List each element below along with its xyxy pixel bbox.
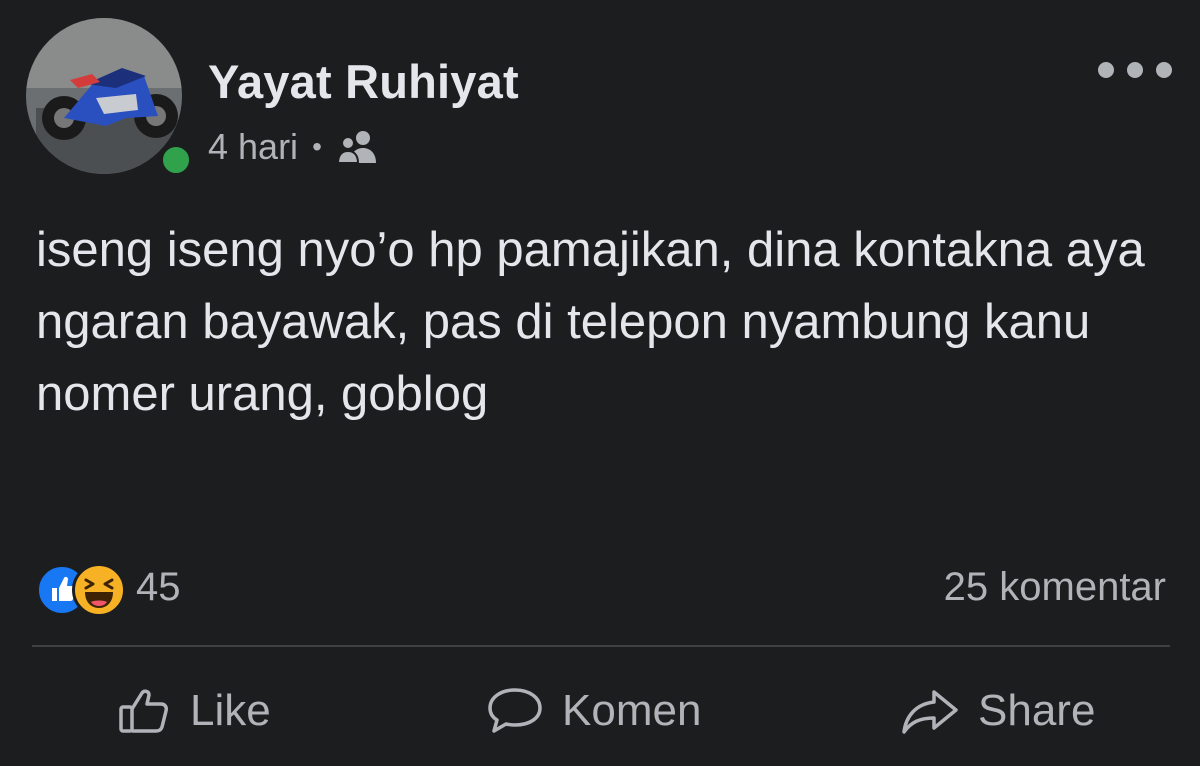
like-button[interactable]: Like [116, 676, 271, 746]
reaction-icons [36, 562, 128, 617]
comment-bubble-icon [488, 688, 542, 733]
more-options-icon[interactable] [1098, 52, 1172, 88]
online-status-dot [158, 142, 194, 178]
more-dot [1098, 62, 1114, 78]
post-time[interactable]: 4 hari [208, 126, 298, 168]
share-button[interactable]: Share [900, 676, 1095, 746]
meta-separator: • [312, 131, 322, 162]
author-name[interactable]: Yayat Ruhiyat [208, 54, 519, 109]
more-dot [1127, 62, 1143, 78]
thumbs-up-icon [119, 689, 168, 733]
friends-icon[interactable] [336, 129, 380, 165]
more-dot [1156, 62, 1172, 78]
avatar[interactable] [26, 18, 182, 174]
motorcycle-photo [26, 18, 182, 174]
divider [32, 645, 1170, 647]
like-label: Like [190, 686, 271, 735]
share-arrow-icon [902, 690, 958, 734]
post-text: iseng iseng nyo’o hp pamajikan, dina kon… [36, 223, 1145, 421]
facebook-post: Yayat Ruhiyat 4 hari • iseng iseng nyo’o… [0, 0, 1200, 766]
avatar-container[interactable] [26, 18, 194, 178]
comment-count[interactable]: 25 komentar [944, 562, 1166, 612]
post-meta: 4 hari • [208, 126, 380, 168]
comment-button[interactable]: Komen [486, 676, 701, 746]
reactions-summary[interactable]: 45 [36, 562, 181, 617]
comment-label: Komen [562, 686, 702, 735]
reaction-count: 45 [136, 564, 181, 609]
haha-reaction-icon [72, 563, 126, 617]
share-label: Share [978, 686, 1096, 735]
